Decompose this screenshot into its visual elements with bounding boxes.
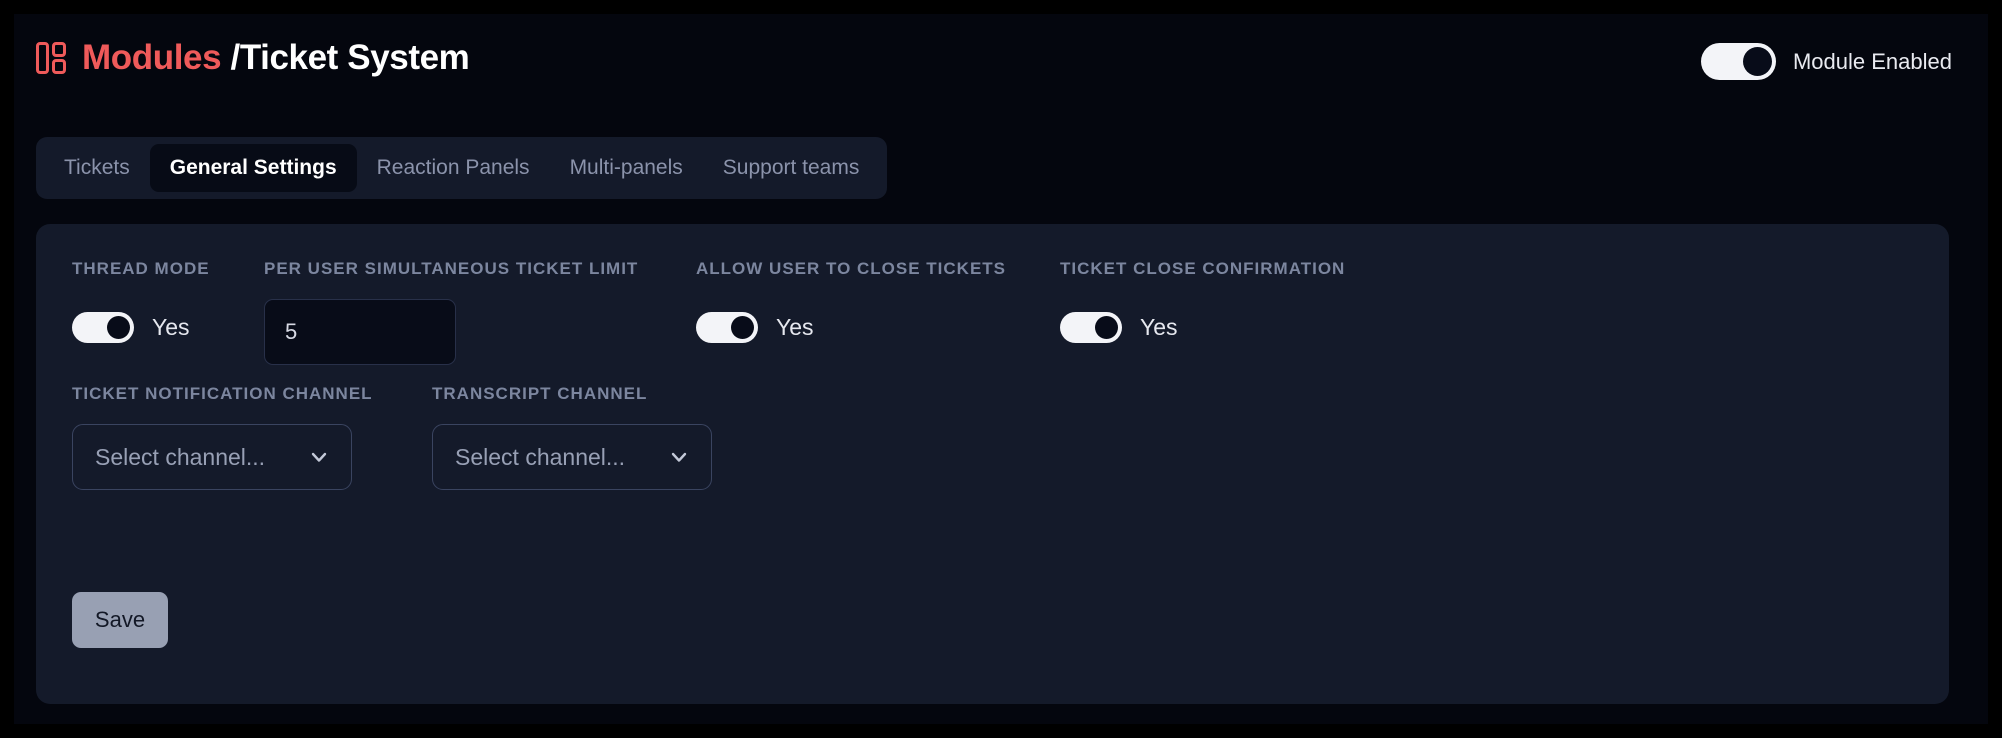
thread-mode-control: Yes: [72, 305, 210, 349]
tab-multi-panels[interactable]: Multi-panels: [550, 144, 703, 192]
field-close-confirmation: TICKET CLOSE CONFIRMATION Yes: [1060, 259, 1345, 349]
chevron-down-icon: [671, 452, 687, 462]
close-confirmation-label: TICKET CLOSE CONFIRMATION: [1060, 259, 1346, 278]
module-enabled-toggle[interactable]: [1700, 43, 1776, 80]
modules-layout-icon: [36, 41, 66, 74]
transcript-channel-select[interactable]: Select channel...: [432, 424, 712, 490]
field-transcript-channel: TRANSCRIPT CHANNEL Select channel...: [432, 384, 712, 490]
allow-close-control: Yes: [696, 305, 1006, 349]
notification-channel-label: TICKET NOTIFICATION CHANNEL: [72, 384, 373, 403]
settings-row-one: THREAD MODE Yes PER USER SIMULTANEOUS TI…: [36, 224, 1949, 374]
module-enabled-label: Module Enabled: [1792, 48, 1952, 74]
breadcrumb-current: Ticket System: [239, 38, 470, 77]
thread-mode-toggle[interactable]: [72, 311, 134, 343]
tab-tickets[interactable]: Tickets: [44, 144, 150, 192]
toggle-knob: [107, 315, 130, 339]
thread-mode-label: THREAD MODE: [72, 259, 210, 278]
notification-channel-select[interactable]: Select channel...: [72, 424, 352, 490]
tab-general-settings[interactable]: General Settings: [149, 144, 357, 192]
breadcrumb: Modules /Ticket System: [36, 38, 470, 77]
tab-support-teams[interactable]: Support teams: [703, 144, 880, 192]
allow-close-label: ALLOW USER TO CLOSE TICKETS: [696, 259, 1007, 278]
toggle-knob: [731, 315, 754, 339]
toggle-knob: [1095, 315, 1118, 339]
close-confirmation-toggle[interactable]: [1060, 311, 1122, 343]
notification-channel-value: Select channel...: [95, 443, 266, 470]
allow-close-value: Yes: [776, 313, 814, 340]
transcript-channel-value: Select channel...: [455, 443, 626, 470]
transcript-channel-label: TRANSCRIPT CHANNEL: [432, 384, 648, 403]
close-confirmation-value: Yes: [1140, 313, 1178, 340]
page-header: Modules /Ticket System Module Enabled: [14, 14, 1988, 114]
close-confirmation-control: Yes: [1060, 305, 1345, 349]
save-button[interactable]: Save: [72, 592, 168, 648]
allow-close-toggle[interactable]: [696, 311, 758, 343]
breadcrumb-root[interactable]: Modules: [82, 38, 222, 77]
tab-reaction-panels[interactable]: Reaction Panels: [357, 144, 550, 192]
toggle-knob: [1742, 47, 1772, 76]
breadcrumb-separator: /: [230, 38, 240, 77]
page-title: Modules /Ticket System: [82, 38, 470, 77]
field-notification-channel: TICKET NOTIFICATION CHANNEL Select chann…: [72, 384, 373, 490]
general-settings-panel: THREAD MODE Yes PER USER SIMULTANEOUS TI…: [36, 224, 1949, 704]
tab-bar: Tickets General Settings Reaction Panels…: [36, 137, 888, 199]
chevron-down-icon: [311, 452, 327, 462]
field-thread-mode: THREAD MODE Yes: [72, 259, 210, 349]
thread-mode-value: Yes: [152, 313, 190, 340]
app-root: Modules /Ticket System Module Enabled Ti…: [14, 14, 1988, 724]
ticket-limit-input[interactable]: [264, 299, 456, 365]
field-allow-close: ALLOW USER TO CLOSE TICKETS Yes: [696, 259, 1006, 349]
field-ticket-limit: PER USER SIMULTANEOUS TICKET LIMIT: [264, 259, 638, 365]
ticket-limit-label: PER USER SIMULTANEOUS TICKET LIMIT: [264, 259, 639, 278]
module-enabled-control: Module Enabled: [1700, 43, 1952, 80]
